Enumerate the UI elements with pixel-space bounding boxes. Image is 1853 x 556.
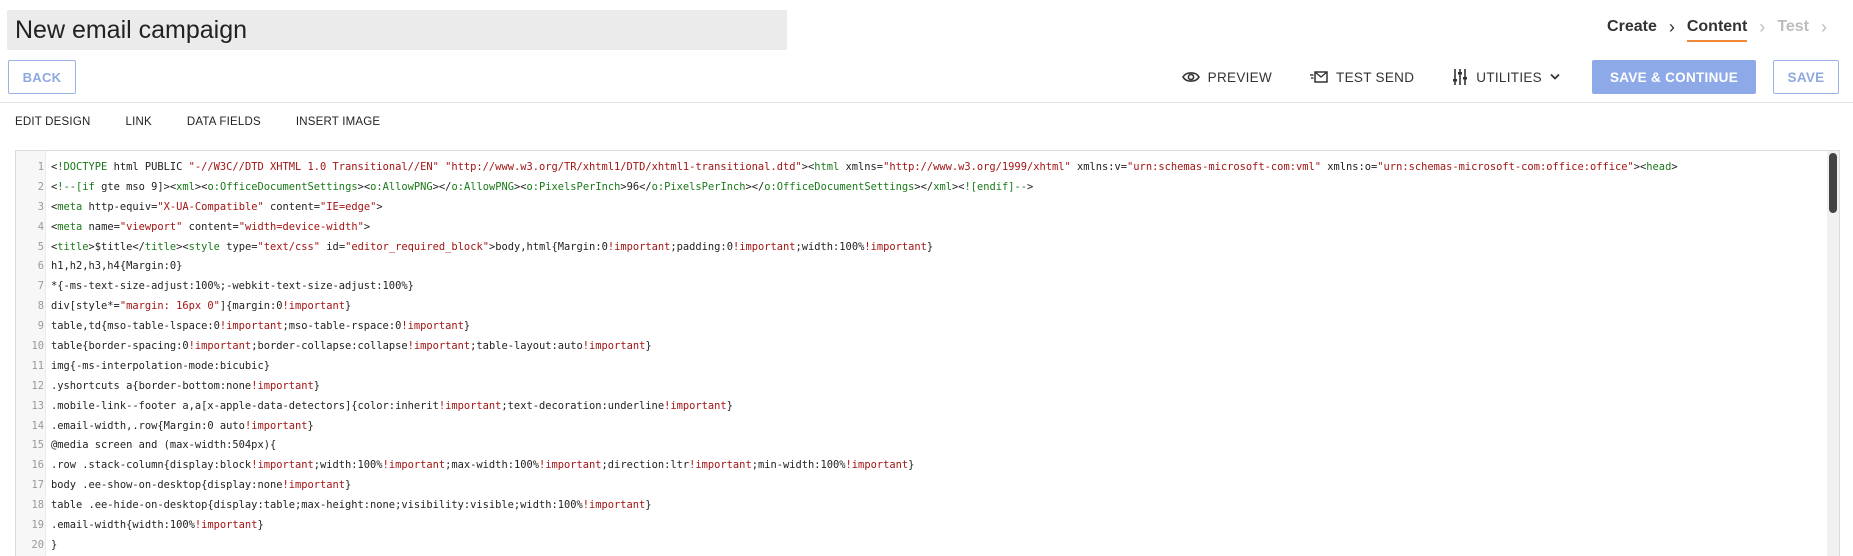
step-create[interactable]: Create	[1607, 12, 1657, 42]
code-line[interactable]: 2 <!--[if gte mso 9]><xml><o:OfficeDocume…	[16, 177, 1819, 197]
editor-toolbar: EDIT DESIGN LINK DATA FIELDS INSERT IMAG…	[15, 116, 415, 128]
code-line[interactable]: 19 .email-width{width:100%!important}	[16, 515, 1819, 535]
line-number: 2	[37, 180, 44, 193]
line-number: 14	[31, 419, 44, 432]
chevron-right-icon: ›	[1759, 16, 1766, 37]
campaign-title[interactable]: New email campaign	[7, 10, 787, 50]
code-text: <meta name="viewport" content="width=dev…	[51, 220, 371, 233]
code-text: .email-width{width:100%!important}	[51, 518, 264, 531]
save-button[interactable]: SAVE	[1773, 60, 1839, 94]
code-line[interactable]: 1 <!DOCTYPE html PUBLIC "-//W3C//DTD XHTM…	[16, 157, 1819, 177]
data-fields-button[interactable]: DATA FIELDS	[187, 116, 261, 128]
back-button[interactable]: BACK	[8, 60, 76, 94]
line-number: 13	[31, 399, 44, 412]
line-number: 7	[37, 280, 44, 293]
code-text: table,td{mso-table-lspace:0!important;ms…	[51, 320, 471, 333]
preview-label: PREVIEW	[1207, 69, 1273, 85]
code-text: @media screen and (max-width:504px){	[51, 439, 277, 452]
code-text: <!DOCTYPE html PUBLIC "-//W3C//DTD XHTML…	[51, 160, 1678, 173]
line-number: 6	[37, 260, 44, 273]
code-text: .row .stack-column{display:block!importa…	[51, 459, 915, 472]
utilities-label: UTILITIES	[1476, 69, 1542, 85]
line-number: 18	[31, 499, 44, 512]
step-content[interactable]: Content	[1686, 12, 1748, 42]
line-number: 11	[31, 359, 44, 372]
code-lines: 1 <!DOCTYPE html PUBLIC "-//W3C//DTD XHTM…	[16, 157, 1819, 555]
code-line[interactable]: 12 .yshortcuts a{border-bottom:none!impor…	[16, 376, 1819, 396]
code-text: img{-ms-interpolation-mode:bicubic}	[51, 359, 270, 372]
scrollbar-thumb[interactable]	[1829, 153, 1837, 213]
send-mail-icon	[1310, 70, 1328, 84]
code-line[interactable]: 4 <meta name="viewport" content="width=de…	[16, 217, 1819, 237]
code-text: .mobile-link--footer a,a[x-apple-data-de…	[51, 399, 733, 412]
code-line[interactable]: 15 @media screen and (max-width:504px){	[16, 435, 1819, 455]
code-text: h1,h2,h3,h4{Margin:0}	[51, 260, 183, 273]
line-number: 19	[31, 518, 44, 531]
code-text: <!--[if gte mso 9]><xml><o:OfficeDocumen…	[51, 180, 1034, 193]
code-line[interactable]: 8 div[style*="margin: 16px 0"]{margin:0!i…	[16, 296, 1819, 316]
code-line[interactable]: 17 body .ee-show-on-desktop{display:none!…	[16, 475, 1819, 495]
step-test[interactable]: Test	[1777, 12, 1809, 42]
line-number: 5	[37, 240, 44, 253]
code-text: .email-width,.row{Margin:0 auto!importan…	[51, 419, 314, 432]
code-text: *{-ms-text-size-adjust:100%;-webkit-text…	[51, 280, 414, 293]
eye-icon	[1181, 70, 1200, 84]
code-line[interactable]: 3 <meta http-equiv="X-UA-Compatible" cont…	[16, 197, 1819, 217]
scrollbar[interactable]	[1827, 151, 1839, 556]
code-line[interactable]: 20}	[16, 535, 1819, 555]
test-send-label: TEST SEND	[1336, 69, 1415, 85]
save-and-continue-button[interactable]: SAVE & CONTINUE	[1591, 60, 1756, 94]
chevron-right-icon: ›	[1668, 16, 1675, 37]
code-line[interactable]: 16 .row .stack-column{display:block!impor…	[16, 455, 1819, 475]
line-number: 8	[37, 300, 44, 313]
utilities-menu[interactable]: UTILITIES	[1452, 68, 1560, 86]
line-number: 15	[31, 439, 44, 452]
edit-design-button[interactable]: EDIT DESIGN	[15, 116, 90, 128]
code-text: div[style*="margin: 16px 0"]{margin:0!im…	[51, 300, 352, 313]
code-text: }	[51, 538, 58, 551]
test-send-button[interactable]: TEST SEND	[1310, 70, 1414, 85]
preview-button[interactable]: PREVIEW	[1181, 69, 1273, 85]
code-line[interactable]: 6 h1,h2,h3,h4{Margin:0}	[16, 256, 1819, 276]
code-line[interactable]: 11 img{-ms-interpolation-mode:bicubic}	[16, 356, 1819, 376]
code-line[interactable]: 10 table{border-spacing:0!important;borde…	[16, 336, 1819, 356]
line-number: 10	[31, 339, 44, 352]
line-number: 20	[31, 538, 44, 551]
link-button[interactable]: LINK	[125, 116, 151, 128]
code-text: table{border-spacing:0!important;border-…	[51, 339, 652, 352]
code-text: <title>$title</title><style type="text/c…	[51, 240, 934, 253]
action-bar: PREVIEW TEST SEND UTILITIES SAVE & CONTI…	[1181, 60, 1839, 94]
insert-image-button[interactable]: INSERT IMAGE	[296, 116, 380, 128]
progress-steps: Create › Content › Test ›	[1607, 12, 1839, 42]
line-number: 3	[37, 200, 44, 213]
code-line[interactable]: 18 table .ee-hide-on-desktop{display:tabl…	[16, 495, 1819, 515]
line-number: 1	[37, 160, 44, 173]
code-line[interactable]: 14 .email-width,.row{Margin:0 auto!import…	[16, 416, 1819, 436]
code-text: body .ee-show-on-desktop{display:none!im…	[51, 479, 352, 492]
code-line[interactable]: 7 *{-ms-text-size-adjust:100%;-webkit-tex…	[16, 276, 1819, 296]
chevron-down-icon	[1550, 73, 1560, 81]
code-text: table .ee-hide-on-desktop{display:table;…	[51, 499, 652, 512]
line-number: 4	[37, 220, 44, 233]
code-line[interactable]: 13 .mobile-link--footer a,a[x-apple-data-…	[16, 396, 1819, 416]
line-number: 12	[31, 379, 44, 392]
code-editor[interactable]: 1 <!DOCTYPE html PUBLIC "-//W3C//DTD XHTM…	[15, 150, 1840, 556]
code-line[interactable]: 5 <title>$title</title><style type="text/…	[16, 237, 1819, 257]
sliders-icon	[1452, 68, 1468, 86]
line-number: 16	[31, 459, 44, 472]
line-number: 17	[31, 479, 44, 492]
line-number: 9	[37, 320, 44, 333]
code-text: .yshortcuts a{border-bottom:none!importa…	[51, 379, 321, 392]
divider	[0, 102, 1853, 103]
code-line[interactable]: 9 table,td{mso-table-lspace:0!important;m…	[16, 316, 1819, 336]
chevron-right-icon: ›	[1821, 16, 1827, 37]
code-text: <meta http-equiv="X-UA-Compatible" conte…	[51, 200, 383, 213]
